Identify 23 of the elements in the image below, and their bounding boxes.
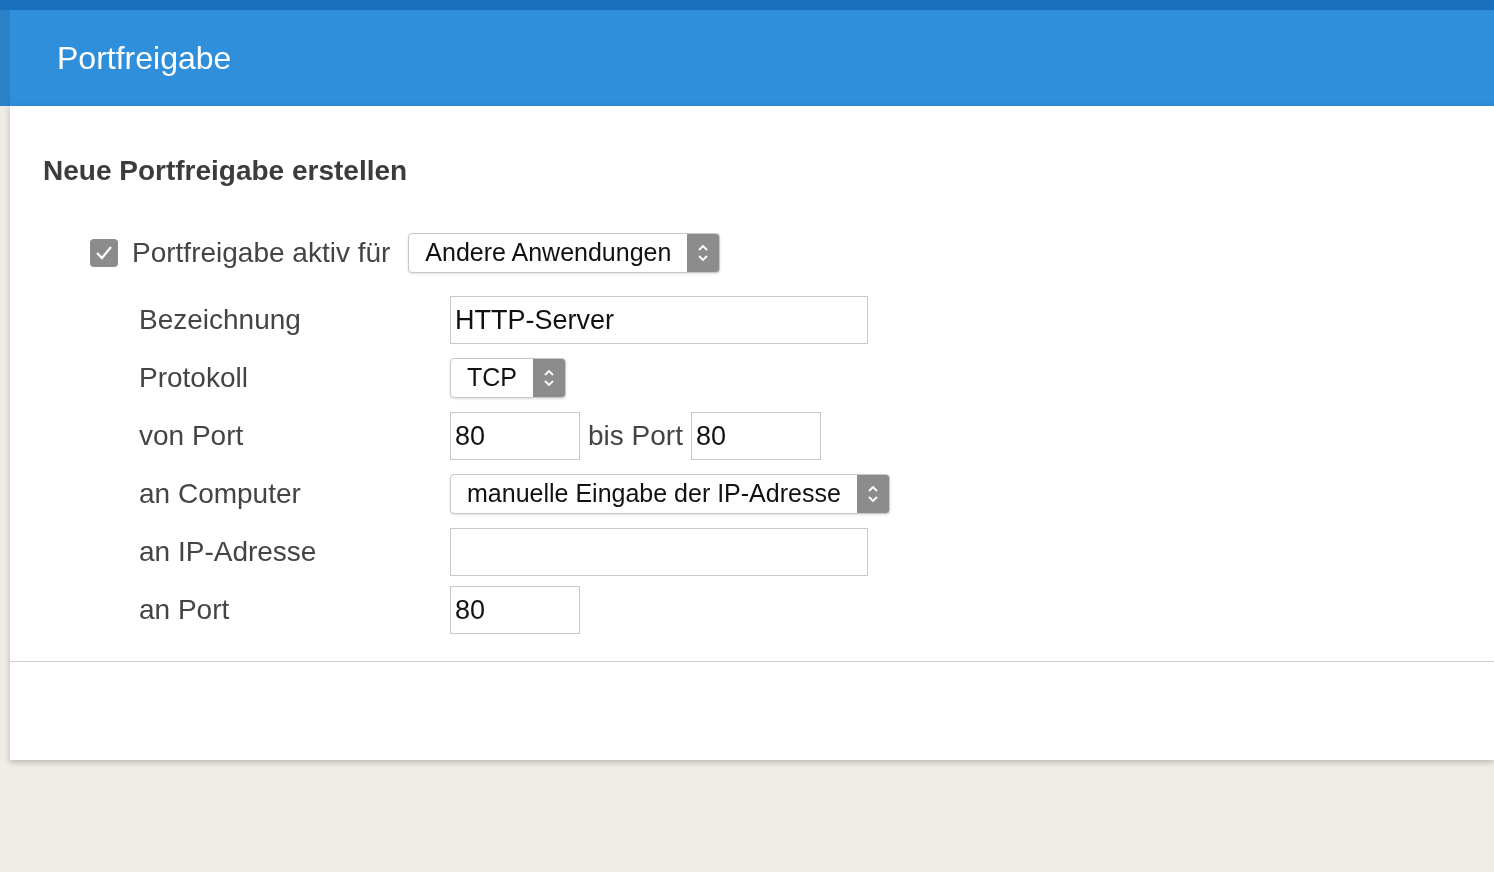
page-title: Portfreigabe <box>57 39 232 78</box>
field-label: an Port <box>139 593 231 627</box>
up-down-chevron-icon <box>866 484 879 504</box>
field-label: Bezeichnung <box>139 303 302 337</box>
dropdown[interactable]: Andere Anwendungen <box>408 233 721 273</box>
input-field[interactable] <box>450 528 868 576</box>
section-title: Neue Portfreigabe erstellen <box>43 154 409 188</box>
input-field[interactable]: HTTP-Server <box>450 296 868 344</box>
check-icon <box>95 245 113 261</box>
field-label: von Port <box>139 419 245 453</box>
field-label: an IP-Adresse <box>139 535 318 569</box>
up-down-chevron-icon <box>543 368 555 388</box>
input-field[interactable]: 80 <box>450 412 580 460</box>
dropdown[interactable]: TCP <box>450 358 566 398</box>
field-label: bis Port <box>588 419 683 453</box>
checkbox-label: Portfreigabe aktiv für <box>132 236 391 270</box>
field-label: Protokoll <box>139 361 249 395</box>
checkbox[interactable] <box>90 239 118 267</box>
dropdown[interactable]: manuelle Eingabe der IP-Adresse <box>450 474 890 514</box>
up-down-chevron-icon <box>697 243 710 263</box>
field-label: an Computer <box>139 477 302 511</box>
input-field[interactable]: 80 <box>690 412 821 460</box>
input-field[interactable]: 80 <box>450 586 580 634</box>
